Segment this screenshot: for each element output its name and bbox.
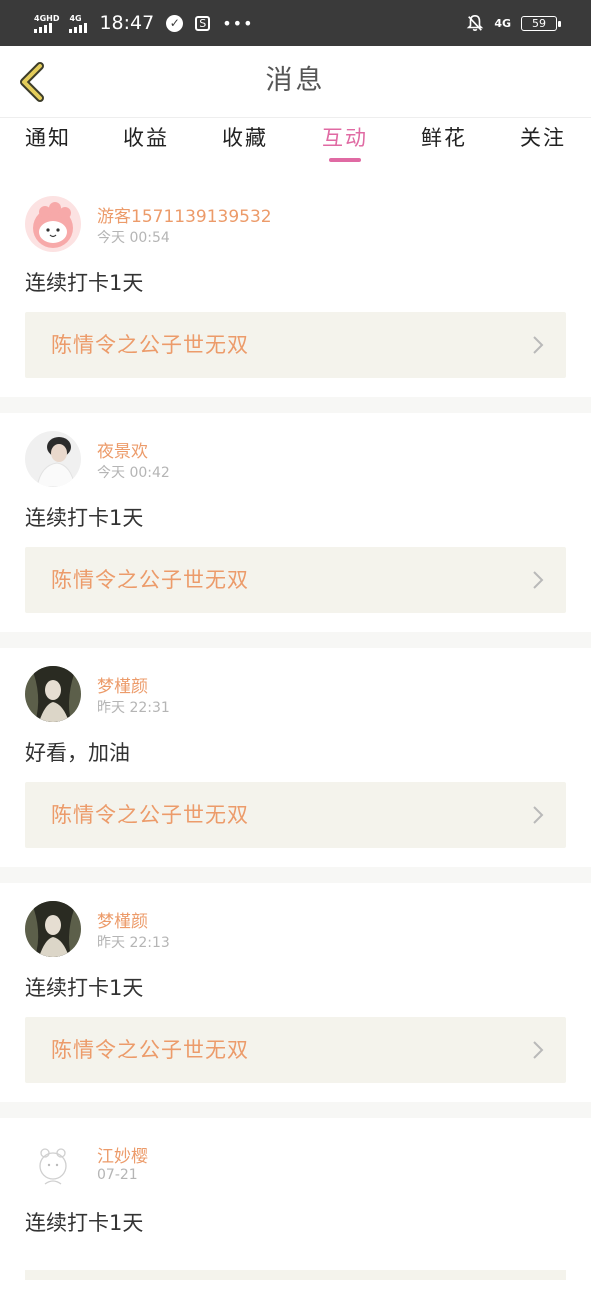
- username[interactable]: 夜景欢: [97, 437, 148, 462]
- network-type: 4G: [494, 16, 511, 30]
- book-link[interactable]: 陈情令之公子世无双: [25, 782, 566, 848]
- message-text: 好看，加油: [25, 741, 130, 765]
- timestamp: 07-21: [97, 1167, 138, 1183]
- message-card: 游客1571139139532 今天 00:54 连续打卡1天 陈情令之公子世无…: [0, 178, 591, 397]
- timestamp: 昨天 22:13: [97, 935, 170, 951]
- avatar[interactable]: [25, 1136, 81, 1192]
- book-link[interactable]: 陈情令之公子世无双: [25, 547, 566, 613]
- chevron-right-icon: [533, 806, 544, 824]
- active-tab-indicator: [329, 158, 361, 162]
- avatar[interactable]: [25, 431, 81, 487]
- clock: 18:47: [99, 12, 155, 34]
- tab-favorites[interactable]: 收藏: [205, 118, 285, 158]
- message-list[interactable]: 游客1571139139532 今天 00:54 连续打卡1天 陈情令之公子世无…: [0, 178, 591, 1298]
- username[interactable]: 梦槿颜: [97, 907, 148, 932]
- book-title: 陈情令之公子世无双: [51, 1038, 249, 1062]
- signal-label: 4GHD: [34, 13, 60, 23]
- username[interactable]: 梦槿颜: [97, 672, 148, 697]
- compass-icon: ✓: [166, 14, 184, 32]
- book-title: 陈情令之公子世无双: [51, 568, 249, 592]
- book-link-partial[interactable]: [25, 1270, 566, 1280]
- book-title: 陈情令之公子世无双: [51, 803, 249, 827]
- username[interactable]: 江妙樱: [97, 1142, 148, 1167]
- tab-notifications[interactable]: 通知: [8, 118, 88, 158]
- message-text: 连续打卡1天: [25, 1211, 144, 1235]
- book-link[interactable]: 陈情令之公子世无双: [25, 1017, 566, 1083]
- message-card: 梦槿颜 昨天 22:31 好看，加油 陈情令之公子世无双: [0, 648, 591, 867]
- message-card: 夜景欢 今天 00:42 连续打卡1天 陈情令之公子世无双: [0, 413, 591, 632]
- book-link[interactable]: 陈情令之公子世无双: [25, 312, 566, 378]
- timestamp: 今天 00:54: [97, 230, 170, 246]
- status-bar: 4GHD 4G 18:47 ✓ S ••• 4G 59: [0, 0, 591, 46]
- signal-icon-1: 4GHD: [34, 14, 59, 33]
- battery-level: 59: [532, 16, 546, 30]
- tab-flowers[interactable]: 鲜花: [404, 118, 484, 158]
- bell-off-icon: [467, 14, 484, 32]
- tab-earnings[interactable]: 收益: [106, 118, 186, 158]
- avatar[interactable]: [25, 666, 81, 722]
- avatar[interactable]: [25, 901, 81, 957]
- message-text: 连续打卡1天: [25, 271, 144, 295]
- chevron-right-icon: [533, 336, 544, 354]
- username[interactable]: 游客1571139139532: [97, 202, 272, 227]
- chevron-right-icon: [533, 1041, 544, 1059]
- timestamp: 昨天 22:31: [97, 700, 170, 716]
- message-text: 连续打卡1天: [25, 506, 144, 530]
- nav-header: 消息: [0, 46, 591, 118]
- chevron-right-icon: [533, 571, 544, 589]
- signal-icon-2: 4G: [69, 13, 88, 33]
- message-card: 梦槿颜 昨天 22:13 连续打卡1天 陈情令之公子世无双: [0, 883, 591, 1102]
- more-notifications-icon: •••: [222, 13, 254, 33]
- signal-label: 4G: [69, 13, 82, 23]
- battery-icon: 59: [521, 15, 561, 31]
- avatar[interactable]: [25, 196, 81, 252]
- page-title: 消息: [265, 65, 326, 96]
- book-title: 陈情令之公子世无双: [51, 333, 249, 357]
- message-text: 连续打卡1天: [25, 976, 144, 1000]
- tab-interactions[interactable]: 互动: [305, 118, 385, 158]
- timestamp: 今天 00:42: [97, 465, 170, 481]
- app-notification-icon: S: [195, 15, 211, 31]
- tab-following[interactable]: 关注: [503, 118, 583, 158]
- tab-bar: 通知 收益 收藏 互动 鲜花 关注: [0, 118, 591, 178]
